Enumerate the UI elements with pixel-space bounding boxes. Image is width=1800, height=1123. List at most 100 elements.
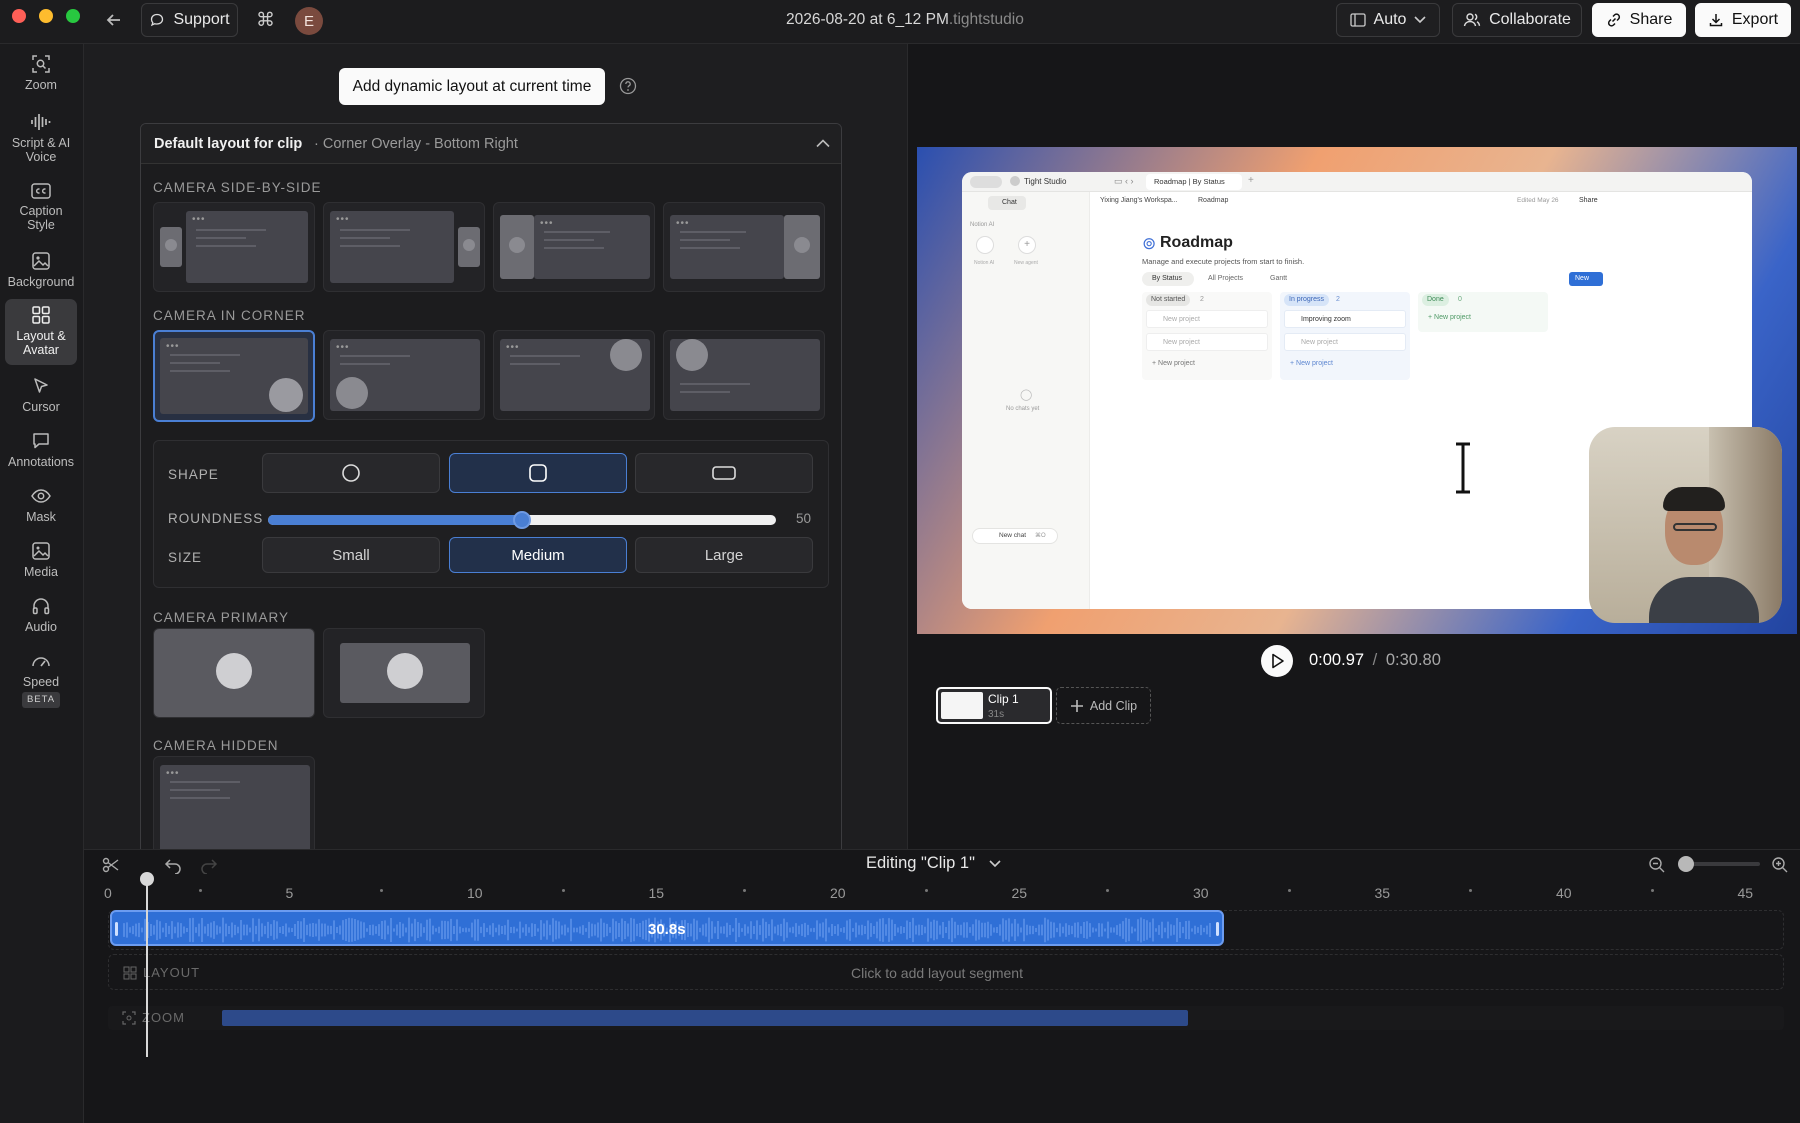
user-avatar[interactable]: E — [295, 7, 323, 35]
sidebar-item-speed[interactable]: Speed BETA — [5, 651, 77, 717]
chevron-down-icon — [989, 859, 1001, 867]
clip-trim-right-handle[interactable] — [1216, 922, 1219, 936]
layout-card-title: Default layout for clip — [154, 136, 303, 152]
redo-icon[interactable] — [200, 856, 218, 874]
sidebar-item-caption[interactable]: Caption Style — [5, 182, 77, 244]
layout-option-side-left[interactable]: ••• — [153, 202, 315, 292]
add-clip-button[interactable]: Add Clip — [1056, 687, 1151, 724]
sidebar-item-background[interactable]: Background — [5, 251, 77, 301]
kanban-card-title: Improving zoom — [1301, 316, 1351, 323]
play-button[interactable] — [1261, 645, 1293, 677]
clip-segment[interactable]: 30.8s — [110, 910, 1224, 946]
cursor-icon — [34, 378, 48, 393]
layout-option-corner-bottom-left[interactable]: ••• — [323, 330, 485, 420]
minimize-window-button[interactable] — [39, 9, 53, 23]
size-small-button[interactable]: Small — [262, 537, 440, 573]
avatar-bubble — [269, 378, 303, 412]
auto-dropdown[interactable]: Auto — [1336, 3, 1440, 37]
sidebar-item-mask[interactable]: Mask — [5, 486, 77, 536]
timeline-zoom-thumb[interactable] — [1678, 856, 1694, 872]
sidebar-item-media[interactable]: Media — [5, 541, 77, 591]
new-agent-icon: + — [1018, 236, 1036, 254]
notion-new-button: New — [1569, 272, 1603, 286]
column-count: 0 — [1458, 296, 1462, 303]
add-dynamic-layout-button[interactable]: Add dynamic layout at current time — [339, 68, 605, 105]
zoom-track[interactable]: ZOOM — [108, 1006, 1784, 1030]
clip-trim-left-handle[interactable] — [115, 922, 118, 936]
video-preview[interactable]: Tight Studio ▭ ‹ › Roadmap | By Status +… — [917, 147, 1797, 634]
zoom-out-icon[interactable] — [1648, 856, 1666, 874]
shape-rectangle-button[interactable] — [635, 453, 813, 493]
ruler-tick-label: 40 — [1556, 885, 1572, 901]
ruler-tick-label: 20 — [830, 885, 846, 901]
size-large-button[interactable]: Large — [635, 537, 813, 573]
collaborate-button[interactable]: Collaborate — [1452, 3, 1582, 37]
support-button[interactable]: Support — [141, 3, 238, 37]
command-icon[interactable]: ⌘ — [256, 9, 275, 32]
sidebar-item-layout[interactable]: Layout & Avatar — [5, 299, 77, 365]
roundness-slider-fill — [268, 515, 522, 525]
ruler-tick-label: 30 — [1193, 885, 1209, 901]
sidebar-item-cursor[interactable]: Cursor — [5, 376, 77, 426]
help-icon[interactable] — [619, 77, 637, 95]
undo-icon[interactable] — [164, 856, 182, 874]
layout-card-subtitle: · Corner Overlay - Bottom Right — [314, 136, 518, 152]
layout-option-side-right[interactable]: ••• — [323, 202, 485, 292]
clip-thumbnail[interactable]: Clip 1 31s — [936, 687, 1052, 724]
section-label-hidden: CAMERA HIDDEN — [153, 738, 279, 753]
scissors-icon[interactable] — [102, 856, 120, 874]
layout-option-corner-top-left[interactable] — [663, 330, 825, 420]
add-project-link: + New project — [1428, 314, 1472, 321]
export-button[interactable]: Export — [1695, 3, 1791, 37]
ruler-minor-tick — [380, 889, 384, 892]
zoom-segment[interactable] — [222, 1010, 1188, 1026]
maximize-window-button[interactable] — [66, 9, 80, 23]
back-arrow-icon[interactable] — [104, 10, 124, 30]
chat-tab-label: Chat — [1002, 199, 1017, 206]
sidebar-item-script[interactable]: Script & AI Voice — [5, 112, 77, 174]
layout-card-header[interactable]: Default layout for clip · Corner Overlay… — [141, 124, 841, 164]
sidebar-item-audio[interactable]: Audio — [5, 596, 77, 646]
screen-block: ••• — [670, 215, 784, 279]
current-time: 0:00.97 — [1309, 651, 1365, 669]
clip-duration: 31s — [988, 709, 1005, 720]
layout-option-camera-full[interactable] — [153, 628, 315, 718]
size-label: SIZE — [168, 550, 203, 565]
layout-option-camera-framed[interactable] — [323, 628, 485, 718]
support-label: Support — [173, 11, 230, 28]
ruler-minor-tick — [561, 889, 565, 892]
layout-option-corner-top-right[interactable]: ••• — [493, 330, 655, 420]
layout-option-side-right-tall[interactable]: ••• — [663, 202, 825, 292]
shape-rounded-square-button[interactable] — [449, 453, 627, 493]
screen-block: ••• — [330, 211, 454, 283]
roundness-value: 50 — [796, 511, 812, 526]
roundness-slider[interactable] — [268, 511, 776, 529]
layout-option-side-left-tall[interactable]: ••• — [493, 202, 655, 292]
layout-option-camera-hidden[interactable]: ••• — [153, 756, 315, 849]
camera-block — [340, 643, 470, 703]
close-window-button[interactable] — [12, 9, 26, 23]
ruler-tick-label: 25 — [1011, 885, 1028, 901]
link-icon — [1607, 13, 1620, 27]
image-icon — [32, 252, 50, 270]
share-button[interactable]: Share — [1592, 3, 1686, 37]
sidebar-item-annotations[interactable]: Annotations — [5, 431, 77, 481]
playhead-line[interactable] — [146, 882, 148, 1057]
editing-clip-dropdown[interactable]: Editing "Clip 1" — [866, 854, 1001, 873]
share-label: Share — [1629, 11, 1673, 28]
avatar-bubble — [610, 339, 642, 371]
edited-label: Edited May 26 — [1517, 197, 1559, 204]
layout-track[interactable]: LAYOUT Click to add layout segment — [108, 954, 1784, 990]
notion-ai-heading: Notion AI — [970, 222, 995, 228]
webcam-overlay — [1589, 427, 1782, 623]
chevron-up-icon[interactable] — [816, 139, 830, 148]
roundness-slider-thumb[interactable] — [513, 511, 531, 529]
size-medium-button[interactable]: Medium — [449, 537, 627, 573]
zoom-in-icon[interactable] — [1771, 856, 1789, 874]
new-chat-button: New chat ⌘O — [972, 528, 1058, 544]
shape-circle-button[interactable] — [262, 453, 440, 493]
timeline-zoom-slider[interactable] — [1678, 856, 1760, 872]
sidebar-item-zoom[interactable]: Zoom — [5, 54, 77, 104]
layout-option-corner-bottom-right[interactable]: ••• — [153, 330, 315, 422]
kanban-card: New project — [1284, 333, 1406, 351]
